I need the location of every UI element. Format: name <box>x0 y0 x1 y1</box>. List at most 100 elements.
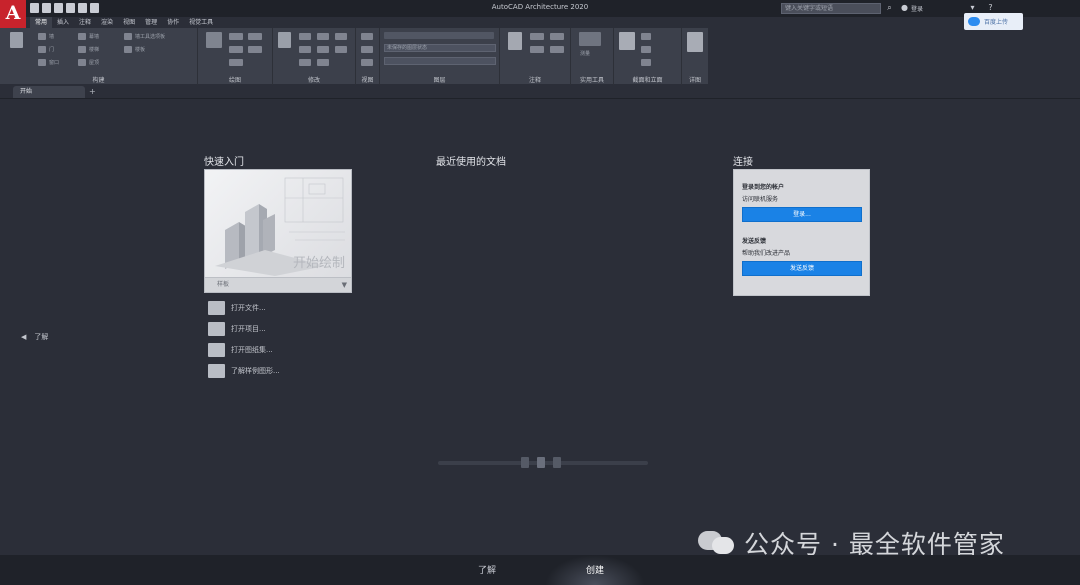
new-tab-button[interactable]: + <box>89 87 96 96</box>
sample-drawings-label: 了解样例图形... <box>231 367 280 375</box>
open-file-link[interactable]: 打开文件... <box>208 301 266 315</box>
quick-start-heading: 快速入门 <box>204 157 244 168</box>
elevation-icon[interactable] <box>641 46 651 53</box>
panel-draw: 绘图 <box>198 28 273 85</box>
recent-docs-heading: 最近使用的文档 <box>436 157 506 168</box>
cloud-upload-button[interactable]: 百度上传 <box>964 13 1023 30</box>
measure-label: 测量 <box>580 51 591 57</box>
open-file-label: 打开文件... <box>231 304 266 312</box>
pager-dot-1[interactable] <box>521 457 529 468</box>
panel-modify-label: 修改 <box>307 77 320 84</box>
sample-drawings-link[interactable]: 了解样例图形... <box>208 364 280 378</box>
panel-build-label: 构建 <box>92 77 105 84</box>
wall-icon[interactable] <box>38 33 46 40</box>
curtain-wall-label: 幕墙 <box>89 34 100 40</box>
measure-icon[interactable] <box>579 32 601 46</box>
polyline-icon[interactable] <box>229 46 243 53</box>
user-icon[interactable]: ● <box>900 3 909 13</box>
stair-icon[interactable] <box>78 46 86 53</box>
view-icon[interactable] <box>361 33 373 40</box>
bottom-tab-create[interactable]: 创建 <box>586 563 604 576</box>
copy-icon[interactable] <box>299 46 311 53</box>
floor-icon[interactable] <box>124 46 132 53</box>
fillet-icon[interactable] <box>335 46 347 53</box>
text-icon[interactable] <box>508 32 522 50</box>
help-icon[interactable]: ? <box>986 3 995 13</box>
project-icon <box>208 322 225 336</box>
layer-state-combo[interactable]: 未保存的图层状态 <box>384 44 496 52</box>
wall-tool-palette-icon[interactable] <box>124 33 132 40</box>
pager-dot-3[interactable] <box>553 457 561 468</box>
bottom-tab-learn[interactable]: 了解 <box>478 563 496 576</box>
open-project-link[interactable]: 打开项目... <box>208 322 266 336</box>
tab-view[interactable]: 视图 <box>118 17 140 28</box>
folder-icon <box>208 301 225 315</box>
tab-collaborate[interactable]: 协作 <box>162 17 184 28</box>
mirror-icon[interactable] <box>317 46 329 53</box>
floor-label: 楼板 <box>135 47 146 53</box>
login-button[interactable]: 登录 <box>911 4 923 13</box>
tools-icon[interactable] <box>10 32 23 48</box>
tab-start[interactable]: 开始 <box>13 86 85 98</box>
open-sheet-set-link[interactable]: 打开图纸集... <box>208 343 273 357</box>
cloud-icon <box>968 17 980 26</box>
scale-icon[interactable] <box>317 59 329 66</box>
arc-icon[interactable] <box>229 33 243 40</box>
layer-tools-icon[interactable] <box>384 32 494 39</box>
detail-icon[interactable] <box>687 32 703 52</box>
move-icon[interactable] <box>299 33 311 40</box>
house-icon[interactable] <box>619 32 635 50</box>
tab-annotate[interactable]: 注释 <box>74 17 96 28</box>
search-input[interactable]: 键入关键字或短语 <box>781 3 881 14</box>
callout-icon[interactable] <box>641 59 651 66</box>
trim-icon[interactable] <box>335 33 347 40</box>
section-icon[interactable] <box>641 33 651 40</box>
hatch-icon[interactable] <box>229 59 243 66</box>
table-icon[interactable] <box>530 46 544 53</box>
tab-visual-tools[interactable]: 视觉工具 <box>184 17 218 28</box>
leader-icon[interactable] <box>550 33 564 40</box>
line-icon[interactable] <box>206 32 222 48</box>
tab-insert[interactable]: 插入 <box>52 17 74 28</box>
tag-icon[interactable] <box>550 46 564 53</box>
panel-section-elevation: 截面和立面 <box>614 28 682 85</box>
wall-label: 墙 <box>49 34 55 40</box>
template-selector[interactable]: 样板 ▼ <box>205 277 351 292</box>
sheet-set-icon <box>208 343 225 357</box>
viewport-icon[interactable] <box>361 46 373 53</box>
stair-label: 楼梯 <box>89 47 100 53</box>
panel-annotation-label: 注释 <box>528 77 541 84</box>
learn-nav-button[interactable]: ◀ 了解 <box>21 332 48 342</box>
pager-dot-2[interactable] <box>537 457 545 468</box>
curtain-wall-icon[interactable] <box>78 33 86 40</box>
door-icon[interactable] <box>38 46 46 53</box>
tab-manage[interactable]: 管理 <box>140 17 162 28</box>
signin-button[interactable]: 登录... <box>742 207 862 222</box>
start-drawing-card[interactable]: 开始绘制 样板 ▼ <box>204 169 352 293</box>
window-icon[interactable] <box>38 59 46 66</box>
circle-icon[interactable] <box>248 33 262 40</box>
wall-tool-palette-label: 墙工具选项板 <box>135 34 166 40</box>
dimension-icon[interactable] <box>530 33 544 40</box>
match-properties-icon[interactable] <box>278 32 291 48</box>
roof-icon[interactable] <box>78 59 86 66</box>
tab-render[interactable]: 渲染 <box>96 17 118 28</box>
sample-drawings-icon <box>208 364 225 378</box>
window-label: 窗口 <box>49 60 60 66</box>
panel-view-label: 视图 <box>361 77 374 84</box>
chevron-down-icon[interactable]: ▼ <box>342 278 347 292</box>
signin-subtitle: 访问联机服务 <box>742 196 779 203</box>
cloud-upload-label: 百度上传 <box>984 19 1009 26</box>
explode-icon[interactable] <box>361 59 373 66</box>
panel-detail-label: 详图 <box>688 77 701 84</box>
tab-home[interactable]: 常用 <box>30 17 53 28</box>
cart-icon[interactable]: ▾ <box>968 3 977 13</box>
layer-combo[interactable] <box>384 57 496 65</box>
start-drawing-thumbnail[interactable]: 开始绘制 <box>205 170 351 277</box>
stretch-icon[interactable] <box>299 59 311 66</box>
rotate-icon[interactable] <box>317 33 329 40</box>
binoculars-icon[interactable]: ⌕ <box>885 3 894 13</box>
app-menu-button[interactable]: A <box>0 0 26 28</box>
send-feedback-button[interactable]: 发送反馈 <box>742 261 862 276</box>
rectangle-icon[interactable] <box>248 46 262 53</box>
